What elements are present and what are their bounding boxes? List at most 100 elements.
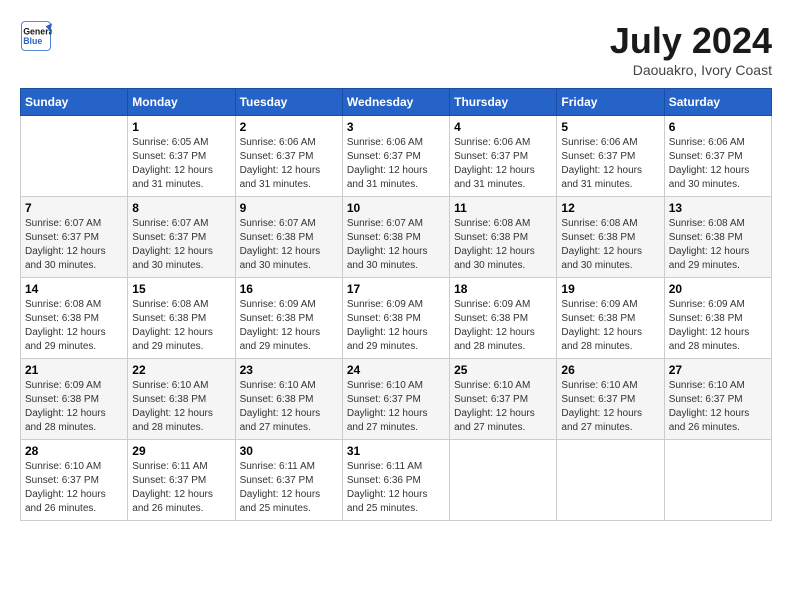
day-number: 8 xyxy=(132,201,230,215)
day-info: Sunrise: 6:06 AMSunset: 6:37 PMDaylight:… xyxy=(240,136,338,192)
day-info: Sunrise: 6:07 AMSunset: 6:37 PMDaylight:… xyxy=(132,217,230,273)
calendar-cell: 28 Sunrise: 6:10 AMSunset: 6:37 PMDayligh… xyxy=(21,440,128,521)
calendar-cell: 17 Sunrise: 6:09 AMSunset: 6:38 PMDayligh… xyxy=(342,278,449,359)
day-info: Sunrise: 6:09 AMSunset: 6:38 PMDaylight:… xyxy=(669,298,767,354)
weekday-header-friday: Friday xyxy=(557,89,664,116)
day-number: 28 xyxy=(25,444,123,458)
calendar-cell xyxy=(664,440,771,521)
calendar-week-4: 21Sunrise: 6:09 AMSunset: 6:38 PMDayligh… xyxy=(21,359,772,440)
calendar-cell: 12Sunrise: 6:08 AMSunset: 6:38 PMDayligh… xyxy=(557,197,664,278)
day-info: Sunrise: 6:10 AMSunset: 6:38 PMDaylight:… xyxy=(240,379,338,435)
day-info: Sunrise: 6:10 AMSunset: 6:37 PMDaylight:… xyxy=(669,379,767,435)
calendar-cell: 30 Sunrise: 6:11 AMSunset: 6:37 PMDayligh… xyxy=(235,440,342,521)
day-info: Sunrise: 6:10 AMSunset: 6:37 PMDaylight:… xyxy=(561,379,659,435)
weekday-header-sunday: Sunday xyxy=(21,89,128,116)
day-info: Sunrise: 6:09 AMSunset: 6:38 PMDaylight:… xyxy=(347,298,445,354)
day-number: 13 xyxy=(669,201,767,215)
day-number: 7 xyxy=(25,201,123,215)
calendar-cell: 27Sunrise: 6:10 AMSunset: 6:37 PMDayligh… xyxy=(664,359,771,440)
calendar-cell: 18Sunrise: 6:09 AMSunset: 6:38 PMDayligh… xyxy=(450,278,557,359)
calendar-cell xyxy=(450,440,557,521)
svg-text:Blue: Blue xyxy=(23,36,42,46)
day-info: Sunrise: 6:06 AMSunset: 6:37 PMDaylight:… xyxy=(561,136,659,192)
calendar-cell: 8 Sunrise: 6:07 AMSunset: 6:37 PMDaylight… xyxy=(128,197,235,278)
day-number: 11 xyxy=(454,201,552,215)
day-info: Sunrise: 6:06 AMSunset: 6:37 PMDaylight:… xyxy=(669,136,767,192)
day-number: 2 xyxy=(240,120,338,134)
logo-icon: General Blue xyxy=(20,20,52,52)
day-info: Sunrise: 6:06 AMSunset: 6:37 PMDaylight:… xyxy=(454,136,552,192)
calendar-cell: 6 Sunrise: 6:06 AMSunset: 6:37 PMDaylight… xyxy=(664,116,771,197)
calendar-table: SundayMondayTuesdayWednesdayThursdayFrid… xyxy=(20,88,772,521)
calendar-cell: 11 Sunrise: 6:08 AMSunset: 6:38 PMDayligh… xyxy=(450,197,557,278)
day-number: 29 xyxy=(132,444,230,458)
calendar-cell: 21Sunrise: 6:09 AMSunset: 6:38 PMDayligh… xyxy=(21,359,128,440)
day-number: 15 xyxy=(132,282,230,296)
calendar-cell: 20 Sunrise: 6:09 AMSunset: 6:38 PMDayligh… xyxy=(664,278,771,359)
logo: General Blue General Blue xyxy=(20,20,52,52)
weekday-header-wednesday: Wednesday xyxy=(342,89,449,116)
day-number: 26 xyxy=(561,363,659,377)
day-number: 25 xyxy=(454,363,552,377)
day-info: Sunrise: 6:08 AMSunset: 6:38 PMDaylight:… xyxy=(454,217,552,273)
calendar-week-1: 1 Sunrise: 6:05 AMSunset: 6:37 PMDaylight… xyxy=(21,116,772,197)
day-number: 30 xyxy=(240,444,338,458)
day-info: Sunrise: 6:07 AMSunset: 6:37 PMDaylight:… xyxy=(25,217,123,273)
day-number: 22 xyxy=(132,363,230,377)
day-number: 16 xyxy=(240,282,338,296)
calendar-cell: 9Sunrise: 6:07 AMSunset: 6:38 PMDaylight… xyxy=(235,197,342,278)
day-info: Sunrise: 6:09 AMSunset: 6:38 PMDaylight:… xyxy=(561,298,659,354)
calendar-cell: 5 Sunrise: 6:06 AMSunset: 6:37 PMDaylight… xyxy=(557,116,664,197)
day-info: Sunrise: 6:08 AMSunset: 6:38 PMDaylight:… xyxy=(25,298,123,354)
day-number: 23 xyxy=(240,363,338,377)
day-number: 3 xyxy=(347,120,445,134)
calendar-cell: 3 Sunrise: 6:06 AMSunset: 6:37 PMDaylight… xyxy=(342,116,449,197)
calendar-cell xyxy=(21,116,128,197)
calendar-cell: 22 Sunrise: 6:10 AMSunset: 6:38 PMDayligh… xyxy=(128,359,235,440)
day-info: Sunrise: 6:08 AMSunset: 6:38 PMDaylight:… xyxy=(669,217,767,273)
day-number: 24 xyxy=(347,363,445,377)
day-info: Sunrise: 6:07 AMSunset: 6:38 PMDaylight:… xyxy=(347,217,445,273)
day-info: Sunrise: 6:05 AMSunset: 6:37 PMDaylight:… xyxy=(132,136,230,192)
day-number: 9 xyxy=(240,201,338,215)
day-number: 4 xyxy=(454,120,552,134)
calendar-cell: 15 Sunrise: 6:08 AMSunset: 6:38 PMDayligh… xyxy=(128,278,235,359)
calendar-cell: 31 Sunrise: 6:11 AMSunset: 6:36 PMDayligh… xyxy=(342,440,449,521)
calendar-cell xyxy=(557,440,664,521)
day-number: 5 xyxy=(561,120,659,134)
weekday-header-saturday: Saturday xyxy=(664,89,771,116)
day-number: 20 xyxy=(669,282,767,296)
calendar-cell: 10 Sunrise: 6:07 AMSunset: 6:38 PMDayligh… xyxy=(342,197,449,278)
day-info: Sunrise: 6:11 AMSunset: 6:36 PMDaylight:… xyxy=(347,460,445,516)
calendar-cell: 19 Sunrise: 6:09 AMSunset: 6:38 PMDayligh… xyxy=(557,278,664,359)
calendar-cell: 14 Sunrise: 6:08 AMSunset: 6:38 PMDayligh… xyxy=(21,278,128,359)
month-title: July 2024 xyxy=(610,20,772,62)
calendar-cell: 16 Sunrise: 6:09 AMSunset: 6:38 PMDayligh… xyxy=(235,278,342,359)
calendar-cell: 25Sunrise: 6:10 AMSunset: 6:37 PMDayligh… xyxy=(450,359,557,440)
calendar-week-3: 14 Sunrise: 6:08 AMSunset: 6:38 PMDayligh… xyxy=(21,278,772,359)
day-number: 10 xyxy=(347,201,445,215)
day-info: Sunrise: 6:08 AMSunset: 6:38 PMDaylight:… xyxy=(561,217,659,273)
day-info: Sunrise: 6:11 AMSunset: 6:37 PMDaylight:… xyxy=(240,460,338,516)
weekday-header-monday: Monday xyxy=(128,89,235,116)
weekday-header-row: SundayMondayTuesdayWednesdayThursdayFrid… xyxy=(21,89,772,116)
day-number: 6 xyxy=(669,120,767,134)
day-number: 19 xyxy=(561,282,659,296)
title-area: July 2024 Daouakro, Ivory Coast xyxy=(610,20,772,78)
day-info: Sunrise: 6:09 AMSunset: 6:38 PMDaylight:… xyxy=(240,298,338,354)
location-title: Daouakro, Ivory Coast xyxy=(610,62,772,78)
calendar-cell: 1 Sunrise: 6:05 AMSunset: 6:37 PMDaylight… xyxy=(128,116,235,197)
day-number: 31 xyxy=(347,444,445,458)
day-info: Sunrise: 6:10 AMSunset: 6:38 PMDaylight:… xyxy=(132,379,230,435)
day-info: Sunrise: 6:10 AMSunset: 6:37 PMDaylight:… xyxy=(25,460,123,516)
day-number: 1 xyxy=(132,120,230,134)
day-info: Sunrise: 6:08 AMSunset: 6:38 PMDaylight:… xyxy=(132,298,230,354)
day-info: Sunrise: 6:11 AMSunset: 6:37 PMDaylight:… xyxy=(132,460,230,516)
day-number: 14 xyxy=(25,282,123,296)
day-info: Sunrise: 6:06 AMSunset: 6:37 PMDaylight:… xyxy=(347,136,445,192)
calendar-cell: 29 Sunrise: 6:11 AMSunset: 6:37 PMDayligh… xyxy=(128,440,235,521)
page-header: General Blue General Blue July 2024 Daou… xyxy=(20,20,772,78)
calendar-week-5: 28 Sunrise: 6:10 AMSunset: 6:37 PMDayligh… xyxy=(21,440,772,521)
calendar-week-2: 7 Sunrise: 6:07 AMSunset: 6:37 PMDaylight… xyxy=(21,197,772,278)
day-number: 17 xyxy=(347,282,445,296)
